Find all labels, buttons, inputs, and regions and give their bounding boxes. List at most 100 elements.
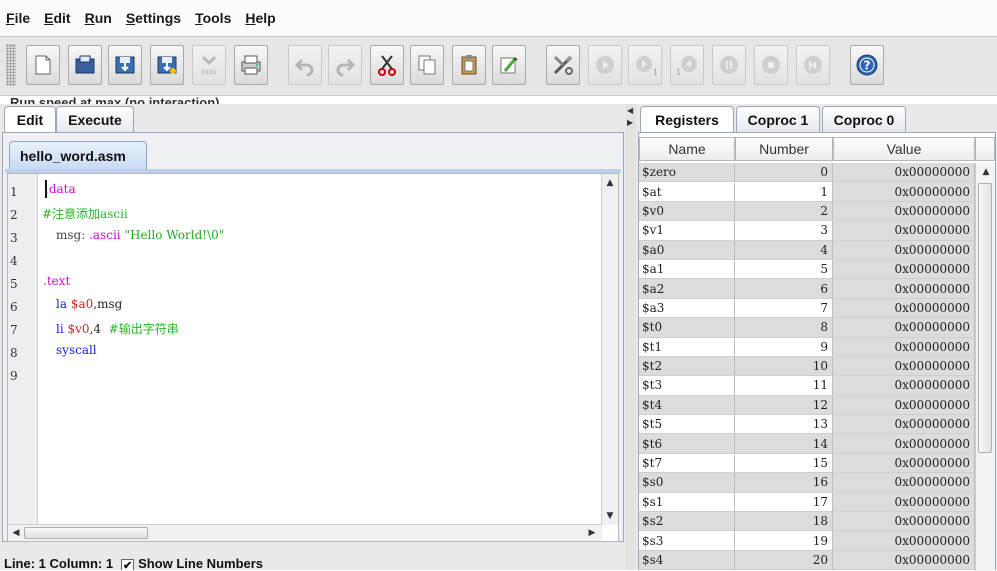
- redo-button[interactable]: [328, 45, 362, 85]
- register-value-cell[interactable]: 0x00000000: [833, 182, 975, 202]
- tab-coproc-1[interactable]: Coproc 1: [736, 106, 820, 132]
- table-row[interactable]: $t0 8 0x00000000: [639, 318, 975, 338]
- register-value-cell[interactable]: 0x00000000: [833, 163, 975, 183]
- file-tab-hello-word[interactable]: hello_word.asm: [9, 141, 147, 169]
- assemble-button[interactable]: [546, 45, 580, 85]
- table-row[interactable]: $s2 18 0x00000000: [639, 512, 975, 532]
- save-as-button[interactable]: [150, 45, 184, 85]
- register-value-cell[interactable]: 0x00000000: [833, 240, 975, 260]
- register-value-cell[interactable]: 0x00000000: [833, 531, 975, 551]
- table-row[interactable]: $s1 17 0x00000000: [639, 492, 975, 513]
- pause-button[interactable]: [712, 45, 746, 85]
- scroll-up-arrow-icon[interactable]: ▲: [604, 176, 616, 190]
- register-value-cell[interactable]: 0x00000000: [833, 356, 975, 377]
- new-file-button[interactable]: [26, 45, 60, 85]
- paste-button[interactable]: [452, 45, 486, 85]
- stop-button[interactable]: [754, 45, 788, 85]
- copy-button[interactable]: [410, 45, 444, 85]
- column-header-name[interactable]: Name: [639, 137, 735, 161]
- register-value-cell[interactable]: 0x00000000: [833, 221, 975, 241]
- step-button[interactable]: 1: [628, 45, 662, 85]
- save-button[interactable]: [108, 45, 142, 85]
- table-row[interactable]: $a3 7 0x00000000: [639, 298, 975, 319]
- tab-registers[interactable]: Registers: [640, 106, 734, 132]
- table-row[interactable]: $s4 20 0x00000000: [639, 550, 975, 571]
- table-row[interactable]: $v0 2 0x00000000: [639, 201, 975, 222]
- register-value-cell[interactable]: 0x00000000: [833, 318, 975, 338]
- save-icon: [115, 56, 135, 74]
- pane-splitter[interactable]: ◀ ▶: [626, 104, 636, 570]
- table-row[interactable]: $t7 15 0x00000000: [639, 453, 975, 474]
- splitter-right-arrow-icon[interactable]: ▶: [627, 118, 633, 127]
- menu-file[interactable]: File: [6, 10, 30, 26]
- register-vertical-scrollbar[interactable]: ▲: [975, 163, 995, 571]
- register-value-cell[interactable]: 0x00000000: [833, 201, 975, 222]
- register-value-cell[interactable]: 0x00000000: [833, 512, 975, 532]
- table-row[interactable]: $t5 13 0x00000000: [639, 415, 975, 435]
- show-line-numbers-checkbox[interactable]: ✔: [121, 559, 135, 570]
- cursor-position: Line: 1 Column: 1: [4, 556, 114, 570]
- backstep-button[interactable]: 1: [670, 45, 704, 85]
- table-row[interactable]: $t3 11 0x00000000: [639, 376, 975, 396]
- register-table: Name Number Value $zero 0 0x00000000 $at 1 0x…: [638, 132, 996, 571]
- table-row[interactable]: $t2 10 0x00000000: [639, 356, 975, 377]
- table-row[interactable]: $a1 5 0x00000000: [639, 259, 975, 280]
- register-value-cell[interactable]: 0x00000000: [833, 395, 975, 416]
- tab-edit[interactable]: Edit: [4, 106, 56, 132]
- register-value-cell[interactable]: 0x00000000: [833, 259, 975, 280]
- register-value-cell[interactable]: 0x00000000: [833, 279, 975, 299]
- toolbar-grip[interactable]: [6, 44, 16, 86]
- help-button[interactable]: ?: [850, 45, 884, 85]
- scroll-down-arrow-icon[interactable]: ▼: [604, 509, 616, 523]
- line-number: 8: [10, 346, 18, 360]
- register-value-cell[interactable]: 0x00000000: [833, 550, 975, 571]
- table-row[interactable]: $zero 0 0x00000000: [639, 163, 975, 183]
- undo-button[interactable]: [288, 45, 322, 85]
- reset-button[interactable]: [796, 45, 830, 85]
- register-name-cell: $v1: [639, 221, 735, 241]
- editor-vertical-scrollbar[interactable]: ▲ ▼: [601, 174, 618, 525]
- menu-settings[interactable]: Settings: [126, 10, 181, 26]
- table-row[interactable]: $v1 3 0x00000000: [639, 221, 975, 241]
- register-value-cell[interactable]: 0x00000000: [833, 492, 975, 513]
- open-file-button[interactable]: [68, 45, 102, 85]
- menu-help[interactable]: Help: [245, 10, 275, 26]
- table-row[interactable]: $t4 12 0x00000000: [639, 395, 975, 416]
- register-value-cell[interactable]: 0x00000000: [833, 434, 975, 454]
- table-row[interactable]: $s3 19 0x00000000: [639, 531, 975, 551]
- register-value-cell[interactable]: 0x00000000: [833, 415, 975, 435]
- scroll-left-arrow-icon[interactable]: ◀: [10, 526, 22, 540]
- horizontal-scroll-thumb[interactable]: [24, 527, 148, 539]
- register-value-cell[interactable]: 0x00000000: [833, 337, 975, 357]
- tab-coproc-0[interactable]: Coproc 0: [822, 106, 906, 132]
- menu-tools[interactable]: Tools: [195, 10, 231, 26]
- backstep-icon: 1: [676, 56, 697, 77]
- tab-execute[interactable]: Execute: [56, 106, 134, 132]
- table-row[interactable]: $t6 14 0x00000000: [639, 434, 975, 454]
- register-value-cell[interactable]: 0x00000000: [833, 376, 975, 396]
- column-header-value[interactable]: Value: [833, 137, 975, 161]
- redo-icon: [336, 58, 356, 77]
- register-value-cell[interactable]: 0x00000000: [833, 298, 975, 319]
- scroll-right-arrow-icon[interactable]: ▶: [586, 526, 598, 540]
- table-row[interactable]: $a2 6 0x00000000: [639, 279, 975, 299]
- table-row[interactable]: $s0 16 0x00000000: [639, 473, 975, 493]
- register-scroll-up-icon[interactable]: ▲: [980, 165, 992, 179]
- register-value-cell[interactable]: 0x00000000: [833, 473, 975, 493]
- splitter-left-arrow-icon[interactable]: ◀: [627, 106, 633, 115]
- menu-run[interactable]: Run: [85, 10, 112, 26]
- menu-edit[interactable]: Edit: [44, 10, 70, 26]
- find-replace-button[interactable]: [492, 45, 526, 85]
- register-value-cell[interactable]: 0x00000000: [833, 453, 975, 474]
- cut-button[interactable]: [370, 45, 404, 85]
- register-scroll-thumb[interactable]: [978, 183, 992, 453]
- table-row[interactable]: $a0 4 0x00000000: [639, 240, 975, 260]
- column-header-number[interactable]: Number: [735, 137, 833, 161]
- editor-horizontal-scrollbar[interactable]: ◀ ▶: [8, 524, 602, 541]
- dump-memory-button[interactable]: 0101: [192, 45, 226, 85]
- table-row[interactable]: $at 1 0x00000000: [639, 182, 975, 202]
- code-editor[interactable]: 1 2 3 4 5 6 7 8 9 .data #注意添加ascii msg: …: [7, 173, 619, 542]
- print-button[interactable]: [234, 45, 268, 85]
- table-row[interactable]: $t1 9 0x00000000: [639, 337, 975, 357]
- run-button[interactable]: [588, 45, 622, 85]
